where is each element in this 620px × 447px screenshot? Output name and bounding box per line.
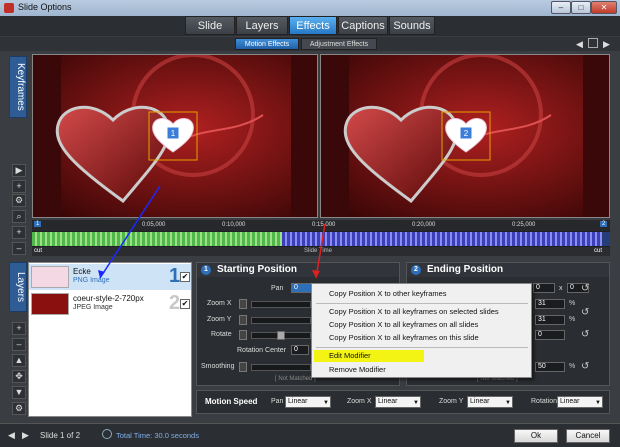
- annotation-arrows: [98, 185, 326, 279]
